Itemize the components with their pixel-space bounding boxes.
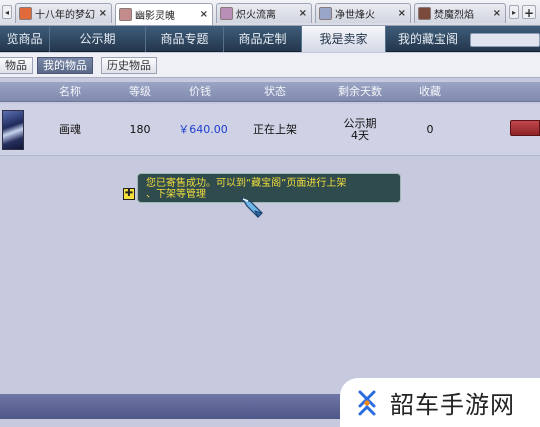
column-header-level: 等级 (129, 85, 151, 98)
tab-label: 净世烽火 (335, 10, 375, 21)
close-icon[interactable]: × (493, 8, 501, 19)
tab-label: 幽影灵魄 (135, 11, 175, 22)
close-icon[interactable]: × (200, 9, 208, 20)
tab-scroll-right-button[interactable]: ▸ (509, 5, 519, 19)
tab-jingshi[interactable]: 净世烽火 × (315, 3, 411, 23)
close-icon[interactable]: × (299, 8, 307, 19)
character-avatar-icon (119, 8, 132, 21)
character-avatar-icon (418, 7, 431, 20)
item-remaining-days: 公示期 4天 (320, 104, 400, 156)
site-watermark: 韶车手游网 (340, 378, 540, 427)
nav-goods-topics[interactable]: 商品专题 (146, 26, 224, 52)
tab-label: 焚魔烈焰 (434, 10, 474, 21)
row-action-button[interactable] (510, 120, 540, 136)
tab-label: 十八年的梦幻 (35, 10, 95, 21)
tab-scroll-left-button[interactable]: ◂ (2, 5, 12, 19)
tooltip-line-1: 您已寄售成功。可以到“藏宝阁”页面进行上架 (146, 178, 347, 189)
column-header-name: 名称 (59, 85, 81, 98)
table-row[interactable]: 画魂 180 ￥640.00 正在上架 公示期 4天 0 (0, 104, 540, 156)
character-avatar-icon (220, 7, 233, 20)
tab-shibanian[interactable]: 十八年的梦幻 × (15, 3, 112, 23)
close-icon[interactable]: × (99, 8, 107, 19)
close-icon[interactable]: × (398, 8, 406, 19)
item-name: 画魂 (59, 123, 81, 136)
tab-fenmo[interactable]: 焚魔烈焰 × (414, 3, 506, 23)
subtab-items[interactable]: 物品 (0, 57, 33, 74)
item-favorites: 0 (426, 123, 434, 136)
tooltip-line-2: 、下架等管理 (146, 189, 206, 200)
consignment-success-tooltip: 您已寄售成功。可以到“藏宝阁”页面进行上架 、下架等管理 (137, 173, 401, 203)
column-header-remaining-days: 剩余天数 (338, 85, 382, 98)
search-input[interactable] (470, 33, 540, 47)
nav-my-treasure-pavilion[interactable]: 我的藏宝阁 (386, 26, 470, 52)
new-tab-button[interactable]: + (522, 5, 536, 20)
market-top-nav: 览商品 公示期 商品专题 商品定制 我是卖家 我的藏宝阁 (0, 26, 540, 52)
watermark-text: 韶车手游网 (390, 391, 515, 419)
character-avatar-icon (319, 7, 332, 20)
column-header-status: 状态 (264, 85, 286, 98)
table-header: 名称 等级 价钱 状态 剩余天数 收藏 (0, 82, 540, 102)
character-avatar-icon (19, 7, 32, 20)
subtab-my-items[interactable]: 我的物品 (37, 57, 93, 74)
tab-chihuo[interactable]: 炽火流离 × (216, 3, 312, 23)
tab-label: 炽火流离 (236, 10, 276, 21)
game-window: 览商品 公示期 商品专题 商品定制 我是卖家 我的藏宝阁 物品 我的物品 历史物… (0, 26, 540, 427)
remaining-days-value: 4天 (351, 129, 369, 142)
item-level: 180 (129, 123, 151, 136)
column-header-price: 价钱 (189, 85, 211, 98)
subtab-history-items[interactable]: 历史物品 (101, 57, 157, 74)
nav-public-period[interactable]: 公示期 (50, 26, 146, 52)
tab-youying[interactable]: 幽影灵魄 × (115, 3, 213, 25)
watermark-logo-icon (358, 390, 376, 415)
item-status: 正在上架 (253, 123, 297, 136)
item-price: ￥640.00 (178, 123, 228, 136)
nav-goods-custom[interactable]: 商品定制 (224, 26, 302, 52)
column-header-favorites: 收藏 (419, 85, 441, 98)
nav-browse-goods[interactable]: 览商品 (0, 26, 50, 52)
nav-i-am-seller[interactable]: 我是卖家 (302, 26, 386, 52)
item-portrait-icon[interactable] (2, 110, 24, 150)
browser-tab-strip: ◂ 十八年的梦幻 × 幽影灵魄 × 炽火流离 × 净世烽火 × 焚魔烈焰 × ▸… (0, 0, 540, 26)
seller-sub-tabs: 物品 我的物品 历史物品 (0, 53, 540, 78)
move-cross-icon: ✚ (123, 188, 135, 200)
mouse-cursor-icon (240, 196, 266, 223)
